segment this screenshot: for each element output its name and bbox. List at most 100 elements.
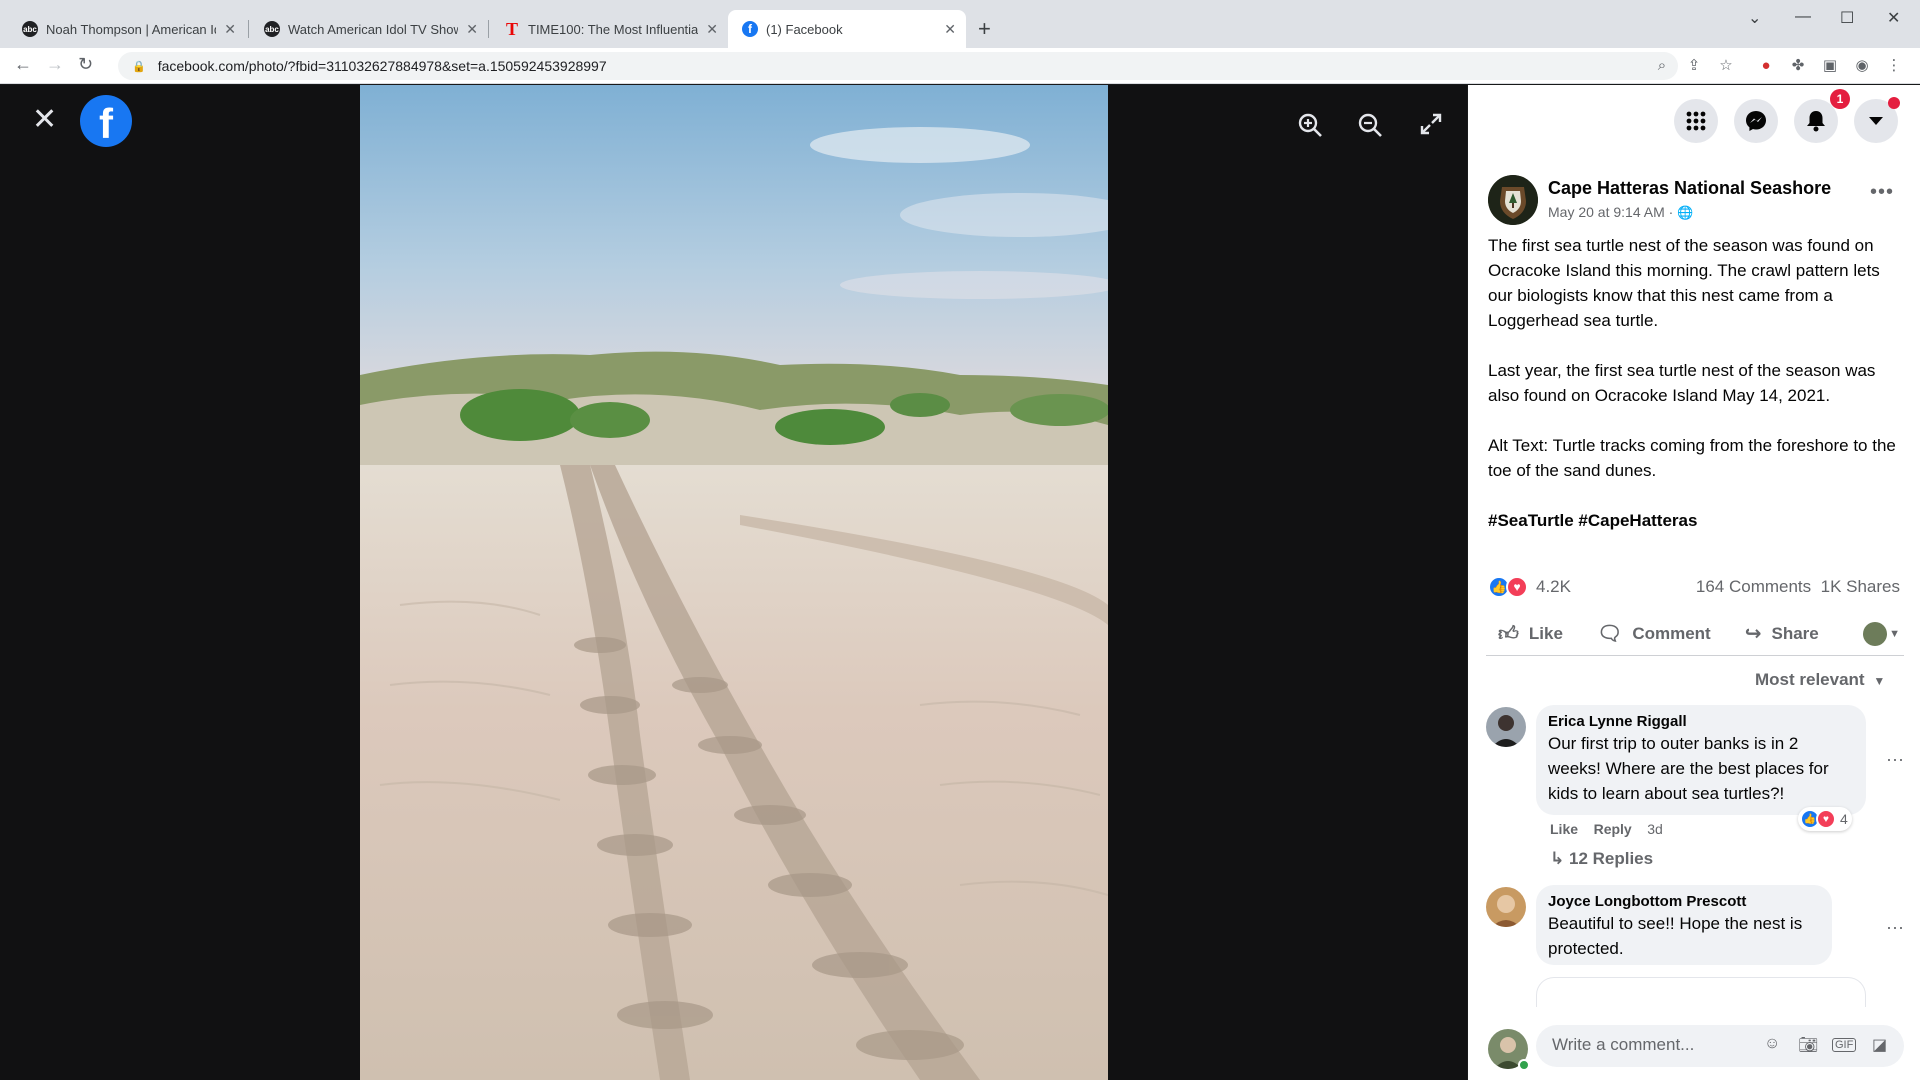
post-text: The first sea turtle nest of the season … <box>1488 233 1908 558</box>
comment-author[interactable]: Joyce Longbottom Prescott <box>1548 893 1820 911</box>
comment-like-link[interactable]: Like <box>1550 821 1578 837</box>
page-avatar[interactable] <box>1488 175 1538 225</box>
close-tab-icon[interactable]: ✕ <box>466 21 478 38</box>
avatar[interactable] <box>1486 707 1526 747</box>
messenger-icon[interactable] <box>1734 99 1778 143</box>
comment-composer[interactable]: ☺ 📷︎ GIF ◪ <box>1536 1025 1904 1067</box>
new-tab-icon[interactable]: + <box>978 16 991 42</box>
post-action-bar: 👍︎ Like 🗨︎ Comment ↪ Share ▼ <box>1486 612 1904 656</box>
comment-more-icon[interactable]: ··· <box>1886 749 1904 770</box>
sticker-icon[interactable]: ◪ <box>1872 1035 1887 1055</box>
abc-icon: abc <box>22 21 38 37</box>
abc-icon: abc <box>264 21 280 37</box>
close-tab-icon[interactable]: ✕ <box>944 21 956 38</box>
browser-menu-icon[interactable]: ⋮ <box>1884 56 1904 76</box>
beach-turtle-tracks-photo[interactable] <box>360 85 1108 1080</box>
minimize-icon[interactable]: — <box>1795 8 1811 26</box>
avatar[interactable] <box>1486 887 1526 927</box>
replies-count: 12 Replies <box>1568 849 1654 868</box>
post-stats: 164 Comments 1K Shares <box>1696 577 1900 597</box>
share-label: Share <box>1771 623 1819 643</box>
close-viewer-icon[interactable]: ✕ <box>32 105 57 135</box>
speech-bubble-icon: 🗨︎ <box>1596 623 1623 645</box>
back-arrow-icon[interactable]: ← <box>14 54 32 75</box>
comment-text: Beautiful to see!! Hope the nest is prot… <box>1548 914 1803 958</box>
chevron-down-icon: ▼ <box>1873 674 1886 688</box>
gif-icon[interactable]: GIF <box>1832 1038 1857 1052</box>
close-tab-icon[interactable]: ✕ <box>224 21 236 38</box>
comments-count[interactable]: 164 Comments <box>1696 577 1811 596</box>
maximize-icon[interactable]: ☐ <box>1840 8 1854 28</box>
emoji-icon[interactable]: ☺ <box>1764 1035 1780 1053</box>
window-close-icon[interactable]: ✕ <box>1887 8 1900 28</box>
comment-bubble: Joyce Longbottom Prescott Beautiful to s… <box>1536 885 1832 965</box>
profile-icon[interactable]: ◉ <box>1852 56 1872 76</box>
comment-sort-dropdown[interactable]: Most relevant ▼ <box>1755 670 1885 690</box>
comment-more-icon[interactable]: ··· <box>1886 917 1904 938</box>
comment-bubble: Erica Lynne Riggall Our first trip to ou… <box>1536 705 1866 815</box>
like-button[interactable]: 👍︎ Like <box>1498 622 1563 646</box>
tab-search-chevron-icon[interactable]: ⌄ <box>1748 8 1761 28</box>
next-comment-preview <box>1536 977 1866 1007</box>
tab-facebook[interactable]: f (1) Facebook ✕ <box>728 10 966 48</box>
shares-count[interactable]: 1K Shares <box>1821 577 1900 596</box>
share-arrow-icon: ↪ <box>1744 623 1762 645</box>
menu-grid-icon[interactable] <box>1674 99 1718 143</box>
chevron-down-icon: ▼ <box>1889 627 1900 640</box>
thumbs-up-icon: 👍︎ <box>1498 622 1519 645</box>
reactions-summary: 👍 ♥ 4.2K 164 Comments 1K Shares <box>1488 575 1900 599</box>
post-time-text: May 20 at 9:14 AM · <box>1548 204 1674 220</box>
post-paragraph: Last year, the first sea turtle nest of … <box>1488 361 1876 405</box>
camera-icon[interactable]: 📷︎ <box>1798 1035 1818 1055</box>
post-timestamp[interactable]: May 20 at 9:14 AM · 🌐 <box>1548 204 1693 221</box>
facebook-logo-icon[interactable]: f <box>80 95 132 147</box>
reaction-audience-selector[interactable]: ▼ <box>1863 621 1900 646</box>
share-button[interactable]: ↪ Share <box>1745 621 1819 646</box>
address-bar[interactable]: 🔒 facebook.com/photo/?fbid=3110326278849… <box>118 52 1678 80</box>
extensions-puzzle-icon[interactable]: ✤ <box>1788 56 1808 76</box>
fullscreen-icon[interactable] <box>1418 111 1444 144</box>
page-name-link[interactable]: Cape Hatteras National Seashore <box>1548 178 1831 199</box>
tab-watch-american-idol[interactable]: abc Watch American Idol TV Show - ✕ <box>250 10 488 48</box>
zoom-in-icon[interactable] <box>1296 111 1324 146</box>
comment-button[interactable]: 🗨︎ Comment <box>1597 621 1711 646</box>
share-page-icon[interactable]: ⇪ <box>1684 56 1704 76</box>
comment-reactions[interactable]: 👍 ♥ 4 <box>1798 807 1852 831</box>
browser-tab-bar: abc Noah Thompson | American Idol ✕ abc … <box>0 0 1920 48</box>
online-status-dot <box>1518 1059 1530 1071</box>
post-hashtags[interactable]: #SeaTurtle #CapeHatteras <box>1488 508 1908 533</box>
notifications-bell-icon[interactable] <box>1794 99 1838 143</box>
tab-time100[interactable]: T TIME100: The Most Influential Pe ✕ <box>490 10 728 48</box>
notification-badge: 1 <box>1830 89 1850 109</box>
forward-arrow-icon[interactable]: → <box>46 54 64 75</box>
post-paragraph: Alt Text: Turtle tracks coming from the … <box>1488 436 1896 480</box>
comment-age[interactable]: 3d <box>1647 821 1663 837</box>
zoom-out-icon[interactable] <box>1356 111 1384 146</box>
facebook-icon: f <box>742 21 758 37</box>
lock-icon: 🔒 <box>132 60 146 73</box>
globe-icon: 🌐 <box>1677 205 1694 220</box>
reload-icon[interactable]: ↻ <box>78 54 93 75</box>
comment-label: Comment <box>1632 623 1711 643</box>
reaction-count[interactable]: 4.2K <box>1536 577 1571 597</box>
reply-arrow-icon: ↳ <box>1550 849 1565 868</box>
comment-author[interactable]: Erica Lynne Riggall <box>1548 713 1854 731</box>
tab-title: Watch American Idol TV Show - <box>288 21 459 37</box>
zoom-magnifier-icon[interactable]: ⌕ <box>1652 56 1672 76</box>
comment-reply-link[interactable]: Reply <box>1594 821 1632 837</box>
comment-reaction-count: 4 <box>1840 811 1848 827</box>
close-tab-icon[interactable]: ✕ <box>706 21 718 38</box>
post-paragraph: The first sea turtle nest of the season … <box>1488 236 1880 330</box>
bookmark-star-icon[interactable]: ☆ <box>1716 56 1736 76</box>
sort-label: Most relevant <box>1755 670 1865 689</box>
tab-title: Noah Thompson | American Idol <box>46 21 217 37</box>
opera-extension-icon[interactable]: ● <box>1756 56 1776 76</box>
tab-noah-thompson[interactable]: abc Noah Thompson | American Idol ✕ <box>8 10 246 48</box>
like-label: Like <box>1528 623 1563 643</box>
comment-input[interactable] <box>1552 1035 1752 1055</box>
side-panel-icon[interactable]: ▣ <box>1820 56 1840 76</box>
love-reaction-icon[interactable]: ♥ <box>1506 576 1528 598</box>
post-panel: 1 Cape Hatteras National Seashore May 20… <box>1468 85 1920 1080</box>
post-more-options-icon[interactable]: ••• <box>1870 181 1894 204</box>
view-replies-link[interactable]: ↳ 12 Replies <box>1550 849 1653 869</box>
